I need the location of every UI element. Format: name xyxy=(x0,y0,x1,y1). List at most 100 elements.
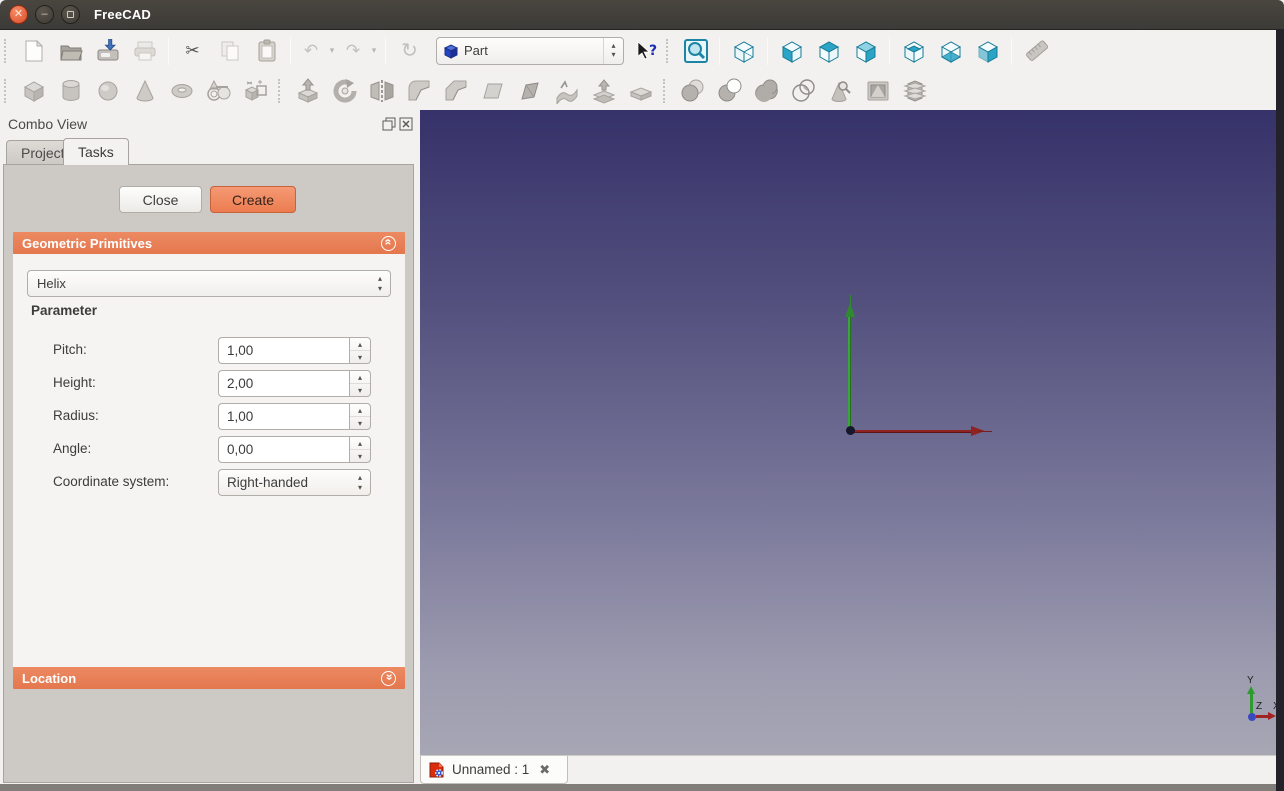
radius-spinbox[interactable]: ▴▾ xyxy=(218,403,371,430)
redo-button[interactable]: ↷ xyxy=(338,35,368,67)
new-file-button[interactable] xyxy=(15,35,52,67)
toolbar-grip[interactable] xyxy=(4,39,12,63)
boolean-icon xyxy=(680,78,706,104)
toolbar-separator xyxy=(290,37,291,65)
intersection-button[interactable] xyxy=(785,75,822,107)
expand-icon[interactable]: « xyxy=(381,671,396,686)
refresh-button[interactable]: ↻ xyxy=(391,35,428,67)
left-view-button[interactable] xyxy=(969,35,1006,67)
radius-spin-buttons[interactable]: ▴▾ xyxy=(349,403,371,430)
chamfer-button[interactable] xyxy=(437,75,474,107)
front-view-button[interactable] xyxy=(773,35,810,67)
box-button[interactable] xyxy=(15,75,52,107)
make-face-button[interactable] xyxy=(474,75,511,107)
thickness-button[interactable] xyxy=(622,75,659,107)
combobox-arrows[interactable]: ▴▾ xyxy=(350,473,370,491)
spin-up-icon[interactable]: ▴ xyxy=(350,437,370,450)
mirror-button[interactable] xyxy=(363,75,400,107)
spin-up-icon[interactable]: ▴ xyxy=(350,371,370,384)
cross-sections-icon xyxy=(902,78,928,104)
panel-close-icon[interactable] xyxy=(399,117,413,131)
fillet-button[interactable] xyxy=(400,75,437,107)
tab-project-label: Project xyxy=(21,145,65,161)
pitch-spin-buttons[interactable]: ▴▾ xyxy=(349,337,371,364)
window-close-button[interactable]: ✕ xyxy=(9,5,28,24)
revolve-button[interactable] xyxy=(326,75,363,107)
whats-this-button[interactable]: ? xyxy=(632,35,662,67)
extrude-button[interactable] xyxy=(289,75,326,107)
spin-up-icon[interactable]: ▴ xyxy=(350,404,370,417)
coordinate-system-select[interactable]: Right-handed ▴▾ xyxy=(218,469,371,496)
spin-up-icon[interactable]: ▴ xyxy=(350,338,370,351)
bottom-view-button[interactable] xyxy=(932,35,969,67)
angle-spin-buttons[interactable]: ▴▾ xyxy=(349,436,371,463)
paste-button[interactable] xyxy=(248,35,285,67)
rear-view-button[interactable] xyxy=(895,35,932,67)
ruled-surface-button[interactable] xyxy=(511,75,548,107)
measure-button[interactable] xyxy=(1017,35,1054,67)
panel-float-icon[interactable] xyxy=(382,117,396,131)
redo-dropdown[interactable]: ▾ xyxy=(368,45,380,56)
print-button[interactable] xyxy=(126,35,163,67)
section-geometric-primitives[interactable]: Geometric Primitives « xyxy=(13,232,405,254)
check-geometry-button[interactable] xyxy=(822,75,859,107)
toolbar-grip[interactable] xyxy=(4,79,12,103)
height-spin-buttons[interactable]: ▴▾ xyxy=(349,370,371,397)
toolbar-grip[interactable] xyxy=(663,79,671,103)
section-location[interactable]: Location « xyxy=(13,667,405,689)
cross-sections-button[interactable] xyxy=(896,75,933,107)
workbench-selector[interactable]: Part ▴▾ xyxy=(436,37,624,65)
spin-down-icon[interactable]: ▾ xyxy=(350,351,370,363)
loft-button[interactable] xyxy=(548,75,585,107)
create-button[interactable]: Create xyxy=(210,186,296,213)
pitch-input[interactable] xyxy=(218,337,349,364)
boolean-button[interactable] xyxy=(674,75,711,107)
document-tab[interactable]: Unnamed : 1 ✖ xyxy=(420,756,568,784)
radius-input[interactable] xyxy=(218,403,349,430)
document-tab-label: Unnamed : 1 xyxy=(452,762,529,777)
sphere-button[interactable] xyxy=(89,75,126,107)
close-button[interactable]: Close xyxy=(119,186,202,213)
check-geometry-icon xyxy=(828,78,854,104)
workbench-selector-arrows[interactable]: ▴▾ xyxy=(603,38,623,64)
height-input[interactable] xyxy=(218,370,349,397)
primitives-button[interactable] xyxy=(200,75,237,107)
primitive-type-select[interactable]: Helix ▴▾ xyxy=(27,270,391,297)
angle-input[interactable] xyxy=(218,436,349,463)
top-view-button[interactable] xyxy=(810,35,847,67)
title-bar[interactable]: ✕ – FreeCAD xyxy=(0,0,1284,30)
section-button[interactable] xyxy=(859,75,896,107)
toolbar-grip[interactable] xyxy=(666,39,674,63)
height-spinbox[interactable]: ▴▾ xyxy=(218,370,371,397)
copy-button[interactable] xyxy=(211,35,248,67)
spin-down-icon[interactable]: ▾ xyxy=(350,417,370,429)
combobox-arrows[interactable]: ▴▾ xyxy=(370,271,390,296)
tab-tasks[interactable]: Tasks xyxy=(63,138,129,165)
offset-button[interactable] xyxy=(585,75,622,107)
document-tab-close-icon[interactable]: ✖ xyxy=(539,762,550,778)
angle-spinbox[interactable]: ▴▾ xyxy=(218,436,371,463)
axonometric-view-button[interactable] xyxy=(725,35,762,67)
union-button[interactable] xyxy=(748,75,785,107)
save-button[interactable] xyxy=(89,35,126,67)
right-view-button[interactable] xyxy=(847,35,884,67)
toolbar-grip[interactable] xyxy=(278,79,286,103)
cylinder-button[interactable] xyxy=(52,75,89,107)
spin-down-icon[interactable]: ▾ xyxy=(350,450,370,462)
collapse-icon[interactable]: « xyxy=(381,236,396,251)
fillet-icon xyxy=(406,78,432,104)
undo-button[interactable]: ↶ xyxy=(296,35,326,67)
window-maximize-button[interactable] xyxy=(61,5,80,24)
window-minimize-button[interactable]: – xyxy=(35,5,54,24)
spin-down-icon[interactable]: ▾ xyxy=(350,384,370,396)
pitch-spinbox[interactable]: ▴▾ xyxy=(218,337,371,364)
cut-button[interactable]: ✂ xyxy=(174,35,211,67)
fit-all-button[interactable] xyxy=(677,35,714,67)
cut-boolean-button[interactable] xyxy=(711,75,748,107)
viewport-3d[interactable]: Y Z X xyxy=(420,110,1276,755)
torus-button[interactable] xyxy=(163,75,200,107)
undo-dropdown[interactable]: ▾ xyxy=(326,45,338,56)
cone-button[interactable] xyxy=(126,75,163,107)
shape-builder-button[interactable] xyxy=(237,75,274,107)
open-file-button[interactable] xyxy=(52,35,89,67)
